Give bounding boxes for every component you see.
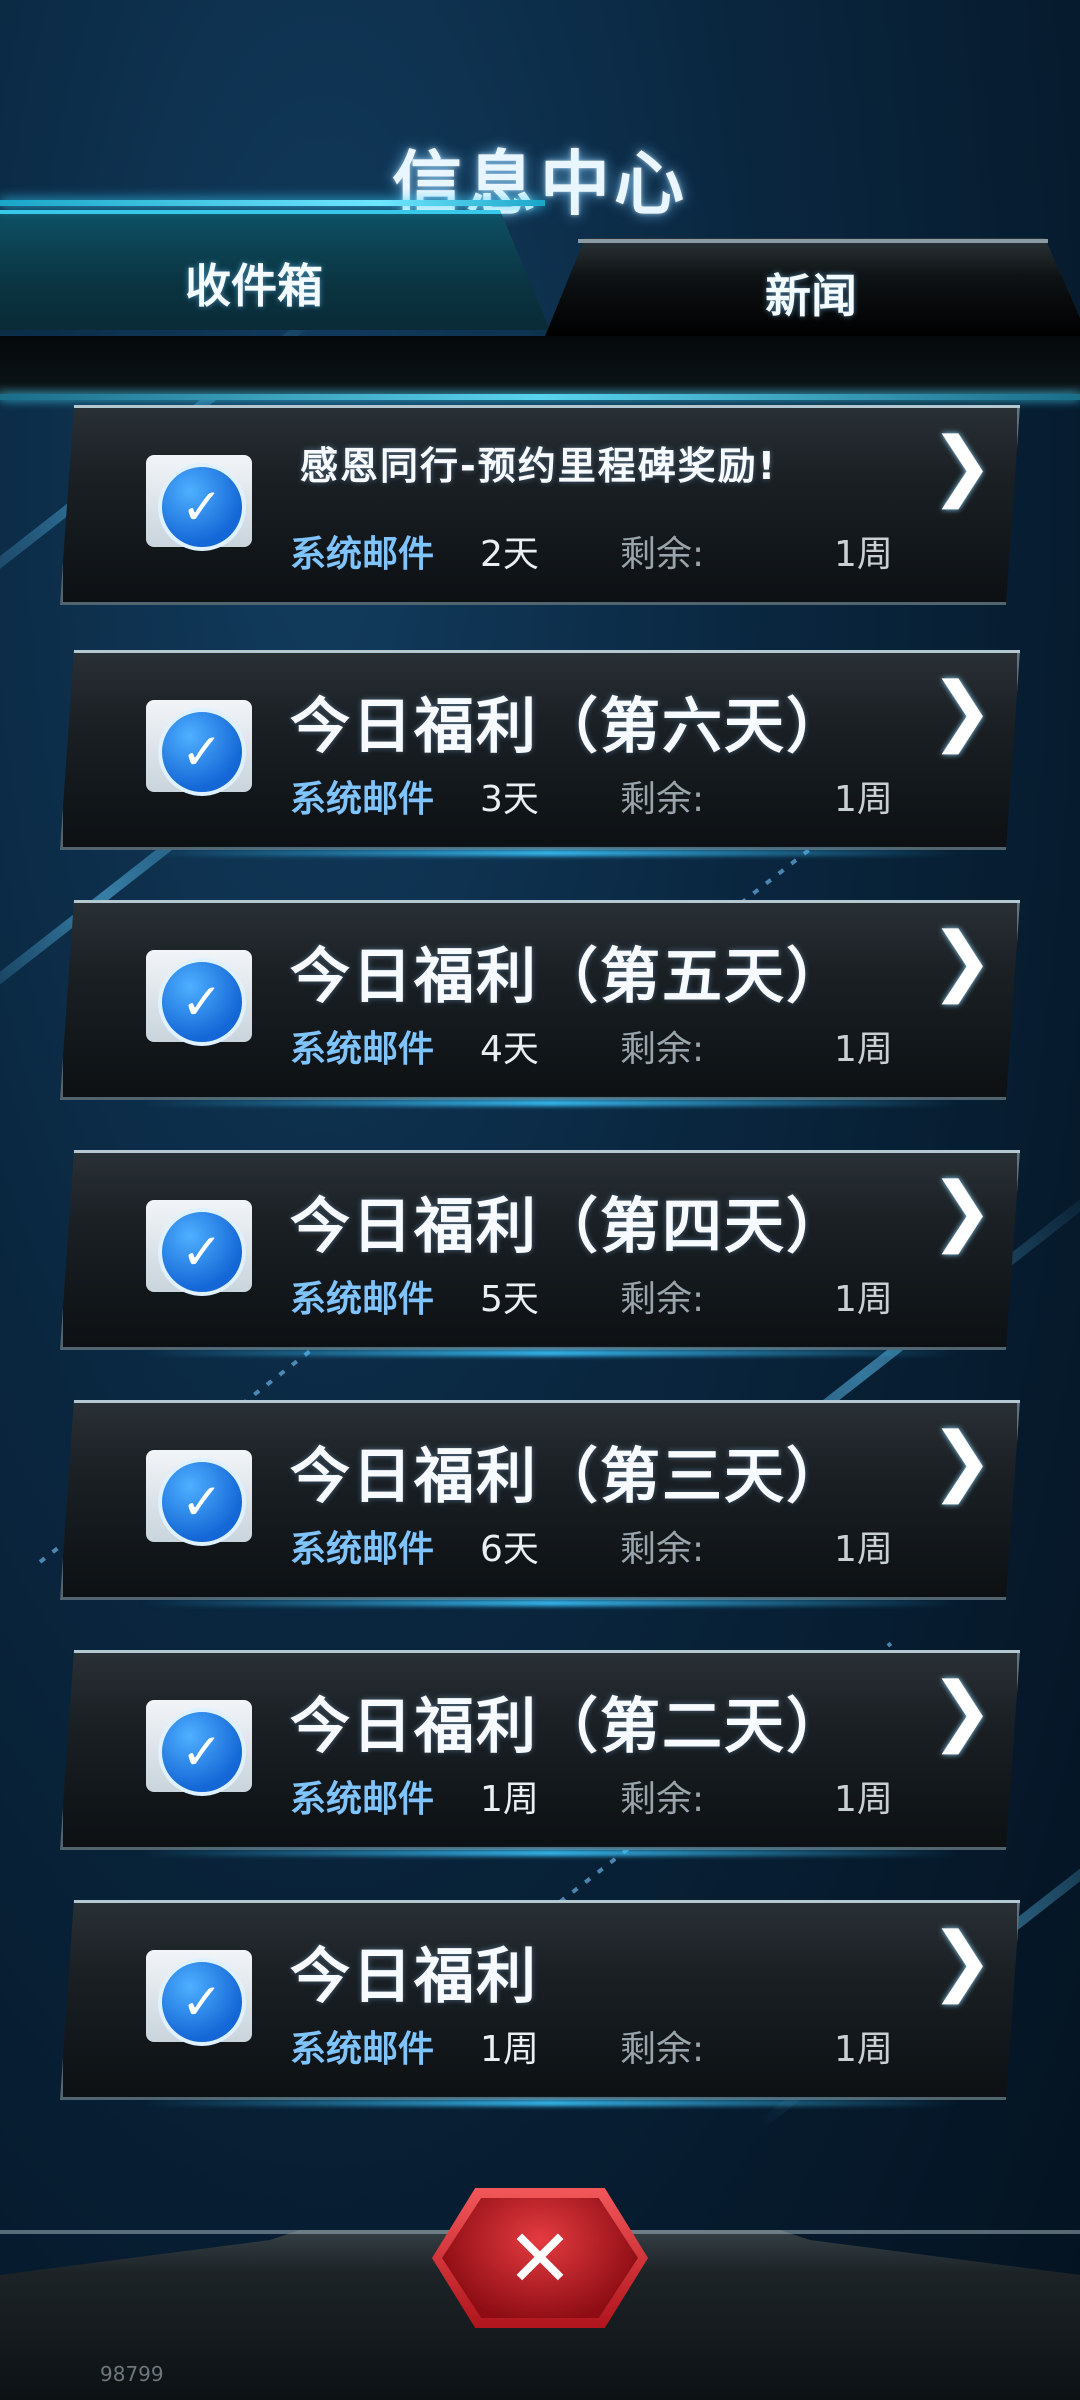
tab-bar: 收件箱 新闻 [0, 190, 1080, 400]
mail-remaining-value: 1周 [834, 1779, 893, 1820]
chevron-right-icon[interactable]: ❯ [930, 670, 994, 750]
checked-mail-icon: ✓ [146, 700, 252, 796]
mail-age: 6天 [480, 1529, 539, 1570]
mail-remaining-value: 1周 [834, 1279, 893, 1320]
checked-mail-icon: ✓ [146, 1200, 252, 1296]
checked-mail-icon: ✓ [146, 455, 252, 551]
tab-news-label[interactable]: 新闻 [765, 260, 857, 326]
mail-item[interactable]: ✓ 今日福利（第四天） 系统邮件 5天 剩余: 1周 ❯ [60, 1150, 1020, 1356]
mail-sender: 系统邮件 [290, 534, 435, 575]
mail-remaining-label: 剩余: [620, 1529, 705, 1570]
mail-title: 今日福利（第六天） [290, 692, 848, 762]
mail-item[interactable]: ✓ 今日福利（第五天） 系统邮件 4天 剩余: 1周 ❯ [60, 900, 1020, 1106]
mail-sender: 系统邮件 [290, 1529, 435, 1570]
mail-remaining-label: 剩余: [620, 534, 705, 575]
mail-title: 今日福利 [290, 1942, 538, 2012]
chevron-right-icon[interactable]: ❯ [930, 1420, 994, 1500]
mail-title: 今日福利（第五天） [290, 942, 848, 1012]
chevron-right-icon[interactable]: ❯ [930, 425, 994, 505]
mail-age: 5天 [480, 1279, 539, 1320]
mail-remaining-value: 1周 [834, 2029, 893, 2070]
mail-title: 感恩同行-预约里程碑奖励! [300, 444, 778, 488]
mail-remaining-label: 剩余: [620, 1279, 705, 1320]
mail-item[interactable]: ✓ 今日福利（第二天） 系统邮件 1周 剩余: 1周 ❯ [60, 1650, 1020, 1856]
tab-inbox-highlight [0, 200, 545, 206]
mail-title: 今日福利（第三天） [290, 1442, 848, 1512]
mail-age: 3天 [480, 779, 539, 820]
mail-remaining-label: 剩余: [620, 2029, 705, 2070]
mail-age: 1周 [480, 1779, 539, 1820]
mail-item[interactable]: ✓ 今日福利（第六天） 系统邮件 3天 剩余: 1周 ❯ [60, 650, 1020, 856]
tab-underbar [0, 336, 1080, 394]
mail-remaining-value: 1周 [834, 534, 893, 575]
mail-title: 今日福利（第二天） [290, 1692, 848, 1762]
mail-title: 今日福利（第四天） [290, 1192, 848, 1262]
footer-id-text: 98799 [100, 2362, 164, 2386]
mail-item[interactable]: ✓ 今日福利 系统邮件 1周 剩余: 1周 ❯ [60, 1900, 1020, 2106]
chevron-right-icon[interactable]: ❯ [930, 1670, 994, 1750]
mail-remaining-label: 剩余: [620, 1779, 705, 1820]
mail-remaining-value: 1周 [834, 1529, 893, 1570]
mail-age: 2天 [480, 534, 539, 575]
checked-mail-icon: ✓ [146, 950, 252, 1046]
chevron-right-icon[interactable]: ❯ [930, 1920, 994, 2000]
mail-item[interactable]: ✓ 今日福利（第三天） 系统邮件 6天 剩余: 1周 ❯ [60, 1400, 1020, 1606]
checked-mail-icon: ✓ [146, 1450, 252, 1546]
tab-divider [0, 394, 1080, 400]
mail-remaining-value: 1周 [834, 779, 893, 820]
tab-news-rim [578, 239, 1048, 243]
mail-age: 1周 [480, 2029, 539, 2070]
mail-remaining-label: 剩余: [620, 1029, 705, 1070]
close-icon: ✕ [506, 2211, 574, 2305]
mail-sender: 系统邮件 [290, 1029, 435, 1070]
close-button[interactable]: ✕ [432, 2188, 648, 2328]
mail-age: 4天 [480, 1029, 539, 1070]
chevron-right-icon[interactable]: ❯ [930, 1170, 994, 1250]
tab-inbox-label[interactable]: 收件箱 [185, 250, 323, 316]
mail-remaining-label: 剩余: [620, 779, 705, 820]
mail-item[interactable]: ✓ 感恩同行-预约里程碑奖励! 系统邮件 2天 剩余: 1周 ❯ [60, 405, 1020, 605]
mail-remaining-value: 1周 [834, 1029, 893, 1070]
mail-sender: 系统邮件 [290, 779, 435, 820]
mail-sender: 系统邮件 [290, 2029, 435, 2070]
checked-mail-icon: ✓ [146, 1950, 252, 2046]
chevron-right-icon[interactable]: ❯ [930, 920, 994, 1000]
mail-sender: 系统邮件 [290, 1779, 435, 1820]
checked-mail-icon: ✓ [146, 1700, 252, 1796]
mail-sender: 系统邮件 [290, 1279, 435, 1320]
